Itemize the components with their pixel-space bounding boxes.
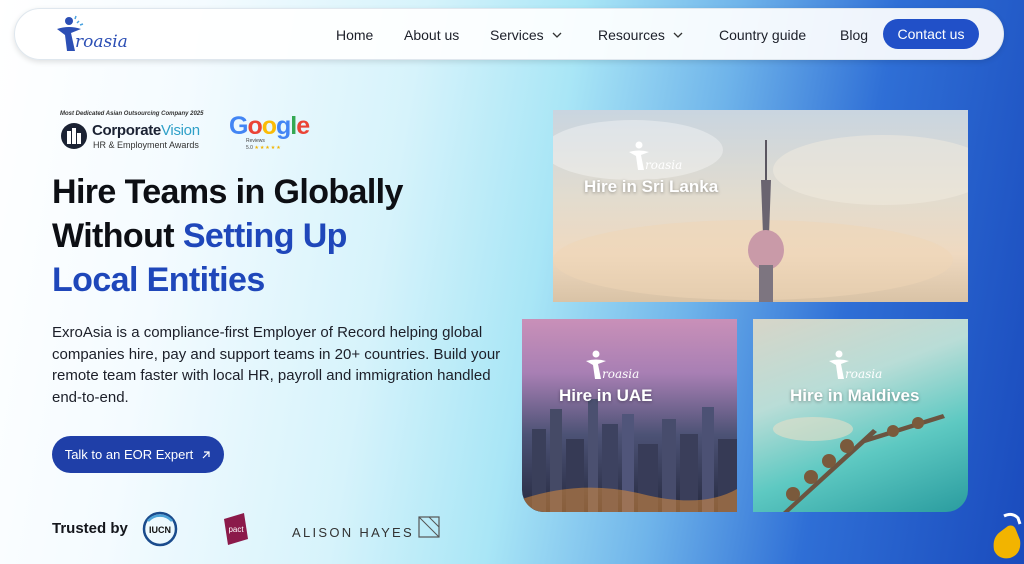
card-label: Hire in Sri Lanka (584, 177, 719, 196)
card-logo-text: roasia (602, 367, 640, 381)
svg-text:IUCN: IUCN (149, 525, 171, 535)
nav-country-guide[interactable]: Country guide (719, 27, 806, 43)
nav-resources[interactable]: Resources (598, 27, 683, 43)
rating-stars: ★★★★★ (254, 145, 282, 151)
card-label: Hire in Maldives (790, 386, 920, 405)
chevron-down-icon (552, 32, 562, 38)
arrow-up-right-icon (202, 450, 210, 458)
hero-headline: Hire Teams in Globally Without Setting U… (52, 170, 522, 302)
google-rating: 5.0 ★★★★★ (246, 145, 282, 151)
nav-home[interactable]: Home (336, 27, 373, 43)
iucn-logo: IUCN (142, 511, 178, 547)
corporate-vision-title: CorporateVision (92, 122, 200, 139)
corporate-vision-subtitle: HR & Employment Awards (93, 140, 199, 150)
lotus-tower-image (553, 120, 968, 302)
headline-line-2: Without Setting Up (52, 217, 347, 255)
card-logo-text: roasia (845, 367, 883, 381)
alison-hayes-logo: ALISON HAYES (292, 525, 415, 540)
corporate-vision-icon (61, 123, 87, 149)
chevron-down-icon (673, 32, 683, 38)
hire-maldives-card[interactable]: roasia Hire in Maldives (753, 319, 968, 512)
hire-sri-lanka-card[interactable]: roasia Hire in Sri Lanka (553, 110, 968, 302)
hero-description: ExroAsia is a compliance-first Employer … (52, 324, 501, 406)
dubai-skyline-image (522, 399, 737, 512)
card-logo-text: roasia (645, 158, 683, 172)
nav-services[interactable]: Services (490, 27, 562, 43)
nav-services-label: Services (490, 27, 544, 43)
pact-logo: pact (224, 513, 248, 545)
google-reviews-logo: Google (229, 112, 310, 140)
hire-uae-card[interactable]: roasia Hire in UAE (522, 319, 737, 512)
nav-blog-label: Blog (840, 27, 869, 43)
nav-resources-label: Resources (598, 27, 665, 43)
nav-blog[interactable]: Blog (840, 27, 868, 43)
award-tagline: Most Dedicated Asian Outsourcing Company… (60, 111, 204, 117)
nav-home-label: Home (336, 27, 374, 43)
alison-hayes-mark-icon (418, 516, 440, 538)
card-label: Hire in UAE (559, 386, 653, 405)
headline-line-3: Local Entities (52, 261, 265, 299)
nav-about-us-label: About us (404, 27, 460, 43)
chat-widget-wave-icon[interactable] (990, 510, 1024, 560)
maldives-villas-image (773, 414, 945, 512)
nav-about-us[interactable]: About us (404, 27, 459, 43)
contact-us-button[interactable]: Contact us (883, 19, 979, 49)
nav-country-guide-label: Country guide (719, 27, 807, 43)
logo-wordmark: roasia (75, 32, 128, 52)
headline-line-1: Hire Teams in Globally (52, 173, 403, 211)
google-reviews-label: Reviews (246, 138, 265, 144)
top-navbar: roasia Home About us Services Resources … (14, 8, 1004, 60)
svg-text:pact: pact (228, 525, 244, 534)
cta-label: Talk to an EOR Expert (64, 447, 194, 462)
trusted-by-label: Trusted by (52, 520, 128, 537)
talk-to-eor-expert-button[interactable]: Talk to an EOR Expert (52, 436, 224, 473)
